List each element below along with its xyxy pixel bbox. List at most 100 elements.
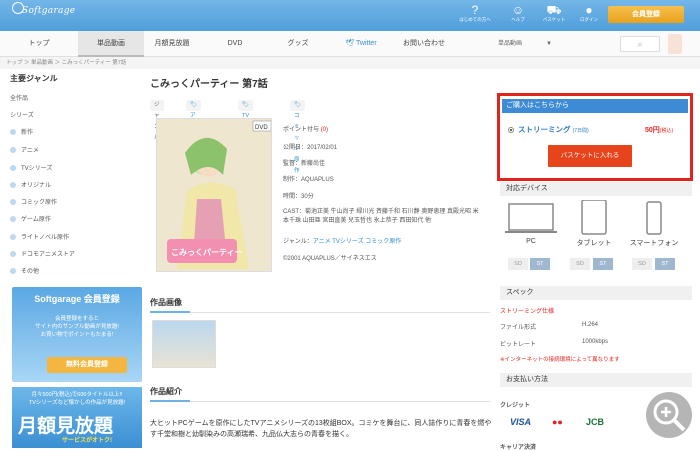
- zoom-in-icon[interactable]: [646, 392, 692, 438]
- basket-link[interactable]: ⛟ バスケット: [536, 3, 572, 23]
- meta-copyright: ©2001 AQUAPLUS／サイネスエス: [283, 256, 377, 262]
- bullet-icon: [10, 268, 16, 274]
- nav-top[interactable]: トップ: [0, 31, 78, 57]
- pc-sd-badge: SD: [508, 258, 528, 270]
- free-register-button[interactable]: 無料会員登録: [47, 357, 127, 373]
- mastercard-icon: ●●: [552, 417, 563, 427]
- meta-cast: CAST：菊池正美 牛山尚子 緑川光 斉藤千和 石川静 奥野恵理 真殿光昭 米本…: [283, 209, 479, 224]
- devices-heading: 対応デバイス: [500, 182, 692, 196]
- spec-heading: スペック: [500, 286, 692, 300]
- sidebar-item-series[interactable]: シリーズ: [10, 110, 34, 119]
- device-pc: PC: [505, 200, 557, 245]
- purchase-heading: ご購入はこちらから: [502, 99, 688, 113]
- help-icon: ☺: [511, 3, 525, 17]
- jcb-icon: JCB: [586, 417, 605, 427]
- sidebar-item-original[interactable]: オリジナル: [10, 180, 51, 189]
- beginner-link[interactable]: ? はじめての方へ: [457, 3, 493, 23]
- sidebar-item-tv[interactable]: TVシリーズ: [10, 163, 52, 172]
- search-button[interactable]: ⌕: [620, 36, 660, 52]
- user-icon: ●: [585, 3, 593, 17]
- bullet-icon: [10, 129, 16, 135]
- nav-monthly[interactable]: 月額見放題: [144, 31, 200, 57]
- bullet-icon: [10, 147, 16, 153]
- sidebar-item-all[interactable]: 全作品: [10, 93, 28, 102]
- section-images-title: 作品画像: [150, 297, 490, 313]
- cover-title: こみっくパーティー: [171, 247, 243, 257]
- meta-duration: 時間：30分: [283, 194, 314, 200]
- sidebar-item-new[interactable]: 新作: [10, 127, 33, 136]
- bullet-icon: [10, 199, 16, 205]
- spec-format: ファイル形式 H.264: [500, 322, 599, 331]
- bullet-icon: [10, 182, 16, 188]
- pc-st-badge: ST: [530, 258, 550, 270]
- payment-career-label: キャリア決済: [500, 445, 537, 451]
- phone-st-badge: ST: [655, 258, 675, 270]
- section-intro-title: 作品紹介: [150, 386, 490, 402]
- spec-note: ※インターネットの接続環境によって異なります: [500, 357, 620, 363]
- nav-goods[interactable]: グッズ: [270, 31, 326, 57]
- sidebar-item-docomo[interactable]: ドコモアニメストア: [10, 249, 75, 258]
- nav-dvd[interactable]: DVD: [200, 31, 270, 57]
- bullet-icon: [10, 251, 16, 257]
- sidebar-item-game[interactable]: ゲーム原作: [10, 214, 51, 223]
- main-nav: トップ 単品動画 月額見放題 DVD グッズ 🕊 Twitter お問い合わせ …: [0, 31, 700, 57]
- nav-single-video[interactable]: 単品動画: [78, 31, 144, 57]
- purchase-box: ご購入はこちらから ストリーミング (7日間) 50円(税込) バスケットに入れ…: [497, 93, 693, 181]
- device-smartphone: スマートフォン: [628, 200, 680, 248]
- tablet-st-badge: ST: [593, 258, 613, 270]
- product-description: 大ヒットPCゲームを原作にしたTVアニメシリーズの13枚組BOX。コミケを舞台に…: [150, 420, 492, 438]
- meta-points: ポイント付与 (0): [283, 127, 329, 133]
- nav-twitter[interactable]: 🕊 Twitter: [326, 31, 396, 57]
- login-link[interactable]: ● ログイン: [571, 3, 607, 23]
- payment-heading: お支払い方法: [500, 373, 692, 387]
- sidebar-item-comic[interactable]: コミック原作: [10, 197, 57, 206]
- bullet-icon: [10, 234, 16, 240]
- spec-bitrate: ビットレート 1000kbps: [500, 339, 609, 348]
- chevron-down-icon: ▼: [546, 41, 552, 47]
- tablet-sd-badge: SD: [570, 258, 590, 270]
- mascot-icon[interactable]: [668, 34, 682, 54]
- gallery-thumbnail[interactable]: [152, 320, 216, 368]
- streaming-option[interactable]: ストリーミング (7日間): [518, 124, 589, 135]
- bullet-icon: [10, 216, 16, 222]
- register-button[interactable]: 会員登録: [608, 6, 684, 23]
- sidebar-item-anime[interactable]: アニメ: [10, 145, 39, 154]
- question-circle-icon: ?: [471, 3, 479, 17]
- meta-studio: 制作：AQUAPLUS: [283, 177, 334, 183]
- tag-comic[interactable]: 🏷 コミック原作: [290, 100, 305, 174]
- sidebar-heading: 主要ジャンル: [10, 74, 58, 83]
- twitter-icon: 🕊: [345, 40, 355, 47]
- help-link[interactable]: ☺ ヘルプ: [500, 3, 536, 23]
- spec-type: ストリーミング仕様: [500, 309, 555, 315]
- bullet-icon: [10, 165, 16, 171]
- member-register-banner[interactable]: Softgarage 会員登録 会員登録をすると サイト内のサンプル動画が見放題…: [12, 287, 142, 382]
- nav-contact[interactable]: お問い合わせ: [396, 31, 452, 57]
- phone-sd-badge: SD: [632, 258, 652, 270]
- tag-tv[interactable]: 🏷 TVシリーズ: [238, 100, 254, 163]
- sidebar-item-other[interactable]: その他: [10, 266, 39, 275]
- price: 50円(税込): [645, 127, 674, 134]
- smartphone-icon: [646, 201, 662, 235]
- meta-director: 監督：新藤尚佳: [283, 161, 326, 167]
- basket-icon: ⛟: [546, 3, 562, 17]
- site-header: Softgarage ? はじめての方へ ☺ ヘルプ ⛟ バスケット ● ログイン 会員…: [0, 0, 700, 31]
- monthly-plan-banner[interactable]: 月々500円(税込)で600タイトル以上!! TVシリーズなど懐かしの作品が見放…: [12, 387, 142, 448]
- search-icon: ⌕: [637, 39, 643, 49]
- site-logo[interactable]: Softgarage: [12, 2, 75, 16]
- add-to-basket-button[interactable]: バスケットに入れる: [548, 145, 632, 167]
- visa-icon: VISA: [510, 417, 532, 427]
- device-tablet: タブレット: [568, 199, 620, 248]
- breadcrumb: トップ ＞ 単品動画 ＞ こみっくパーティー 第7話: [0, 57, 700, 69]
- payment-credit-label: クレジット: [500, 403, 531, 409]
- dvd-cover-image[interactable]: DVD こみっくパーティー: [156, 118, 272, 272]
- search-category-select[interactable]: 単品動画 ▼: [486, 36, 562, 52]
- streaming-radio[interactable]: [508, 127, 514, 133]
- page-title: こみっくパーティー 第7話: [150, 79, 268, 90]
- sidebar-item-lightnovel[interactable]: ライトノベル原作: [10, 232, 69, 241]
- svg-text:DVD: DVD: [255, 125, 268, 131]
- tablet-icon: [581, 199, 607, 235]
- meta-release: 公開日：2017/02/01: [283, 145, 338, 151]
- pc-icon: [505, 203, 557, 233]
- tag-anime[interactable]: 🏷 アニメ: [186, 100, 201, 141]
- meta-genre: ジャンル：アニメ TVシリーズ コミック原作: [283, 239, 402, 245]
